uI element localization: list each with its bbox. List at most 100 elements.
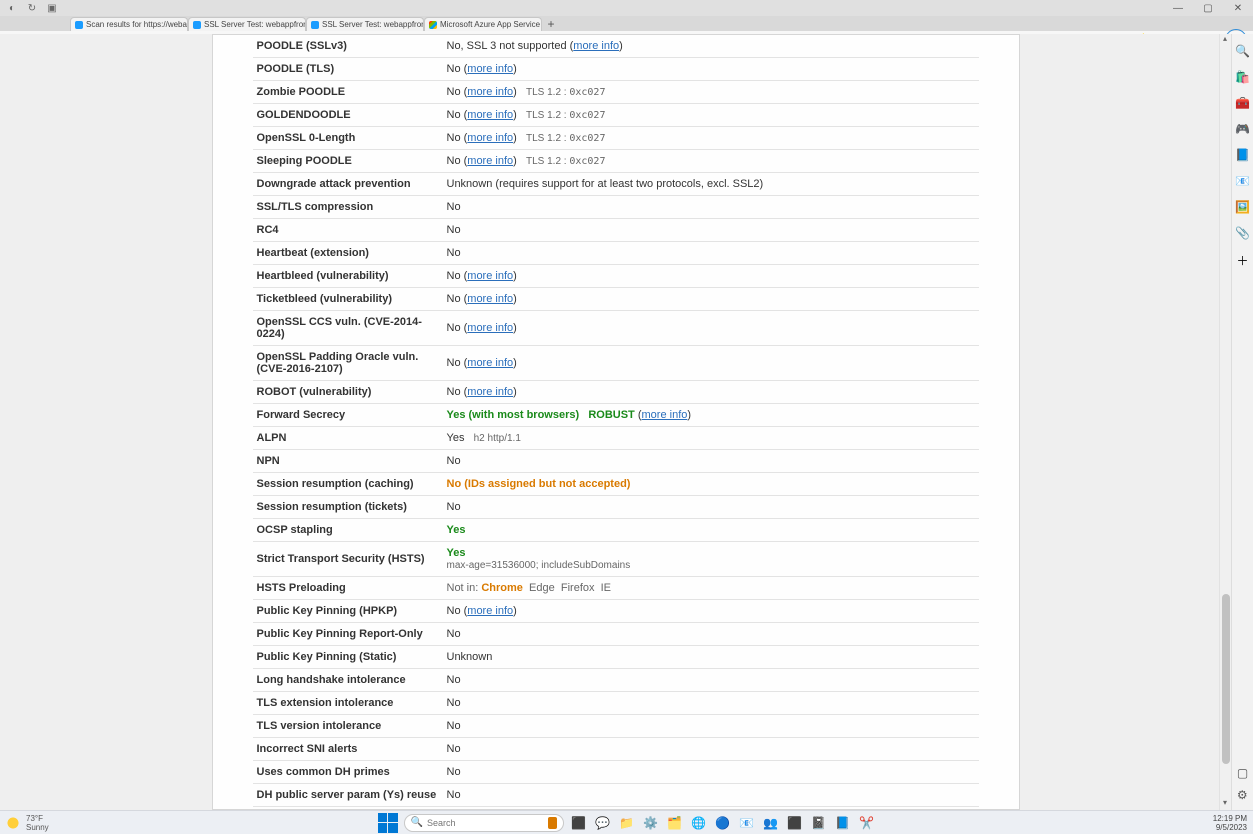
table-row: Strict Transport Security (HSTS)Yesmax-a…: [253, 542, 979, 577]
system-clock[interactable]: 12:19 PM 9/5/2023: [1213, 814, 1253, 832]
more-info-link[interactable]: more info: [467, 155, 513, 167]
table-row: OpenSSL 0-LengthNo (more info) TLS 1.2 :…: [253, 127, 979, 150]
edge-icon[interactable]: 🌐: [690, 814, 708, 832]
snip-icon[interactable]: ✂️: [858, 814, 876, 832]
row-label: Public Key Pinning Report-Only: [253, 623, 443, 646]
sidebar-office-icon[interactable]: 📘: [1235, 148, 1250, 162]
task-view-icon[interactable]: ⬛: [570, 814, 588, 832]
sidebar-hide-icon[interactable]: ▢: [1237, 766, 1248, 780]
search-input[interactable]: [427, 818, 544, 828]
row-label: DH public server param (Ys) reuse: [253, 784, 443, 807]
row-label: Session resumption (caching): [253, 473, 443, 496]
row-label: Sleeping POODLE: [253, 150, 443, 173]
table-row: GOLDENDOODLENo (more info) TLS 1.2 : 0xc…: [253, 104, 979, 127]
tab-strip: Scan results for https://webapp…✕ SSL Se…: [0, 16, 1253, 31]
weather-temp: 73°F: [26, 814, 49, 823]
sidebar-search-icon[interactable]: 🔍: [1235, 44, 1250, 58]
clock-time: 12:19 PM: [1213, 814, 1247, 823]
onenote-icon[interactable]: 📓: [810, 814, 828, 832]
more-info-link[interactable]: more info: [467, 109, 513, 121]
row-label: Heartbleed (vulnerability): [253, 265, 443, 288]
table-row: Session resumption (tickets)No: [253, 496, 979, 519]
table-row: Forward SecrecyYes (with most browsers) …: [253, 404, 979, 427]
row-value: No (more info): [443, 311, 979, 346]
table-row: Public Key Pinning Report-OnlyNo: [253, 623, 979, 646]
teams-icon[interactable]: 👥: [762, 814, 780, 832]
row-label: Public Key Pinning (HPKP): [253, 600, 443, 623]
row-label: SSL/TLS compression: [253, 196, 443, 219]
chat-icon[interactable]: 💬: [594, 814, 612, 832]
more-info-link[interactable]: more info: [467, 293, 513, 305]
table-row: POODLE (TLS)No (more info): [253, 58, 979, 81]
row-value: No: [443, 715, 979, 738]
more-info-link[interactable]: more info: [467, 605, 513, 617]
row-label: POODLE (SSLv3): [253, 35, 443, 58]
scroll-thumb[interactable]: [1222, 594, 1230, 764]
chrome-icon[interactable]: 🔵: [714, 814, 732, 832]
more-info-link[interactable]: more info: [467, 322, 513, 334]
row-label: OCSP stapling: [253, 519, 443, 542]
sidebar-add-icon[interactable]: ＋: [1236, 252, 1248, 269]
scroll-down[interactable]: ▾: [1220, 798, 1230, 810]
more-info-link[interactable]: more info: [467, 386, 513, 398]
sidebar-outlook-icon[interactable]: 📧: [1235, 174, 1250, 188]
terminal-icon[interactable]: ⬛: [786, 814, 804, 832]
row-label: Zombie POODLE: [253, 81, 443, 104]
taskbar-pinned: ⬛ 💬 📁 ⚙️ 🗂️ 🌐 🔵 📧 👥 ⬛ 📓 📘 ✂️: [570, 814, 876, 832]
start-button[interactable]: [378, 813, 398, 833]
close-window-button[interactable]: ✕: [1223, 3, 1253, 14]
collections-icon[interactable]: ▣: [46, 2, 58, 14]
history-icon[interactable]: ↻: [26, 2, 38, 14]
more-info-link[interactable]: more info: [573, 40, 619, 52]
scroll-up[interactable]: ▴: [1220, 34, 1230, 46]
more-info-link[interactable]: more info: [467, 357, 513, 369]
row-label: TLS version intolerance: [253, 715, 443, 738]
weather-cond: Sunny: [26, 823, 49, 832]
table-row: POODLE (SSLv3)No, SSL 3 not supported (m…: [253, 35, 979, 58]
protocol-details-table: POODLE (SSLv3)No, SSL 3 not supported (m…: [253, 35, 979, 810]
table-row: TLS version intoleranceNo: [253, 715, 979, 738]
table-row: OpenSSL CCS vuln. (CVE-2014-0224)No (mor…: [253, 311, 979, 346]
row-value: Yesmax-age=31536000; includeSubDomains: [443, 542, 979, 577]
outlook-app-icon[interactable]: 📧: [738, 814, 756, 832]
row-value: No (more info) TLS 1.2 : 0xc027: [443, 150, 979, 173]
more-info-link[interactable]: more info: [467, 86, 513, 98]
row-value: Unknown (requires support for at least t…: [443, 173, 979, 196]
profile-icon[interactable]: ◐: [6, 2, 18, 14]
row-label: Heartbeat (extension): [253, 242, 443, 265]
search-icon: 🔍: [411, 817, 423, 828]
tab-4-title: Microsoft Azure App Service - V…: [440, 20, 542, 29]
sidebar-settings-icon[interactable]: ⚙: [1237, 788, 1248, 802]
row-value: No: [443, 738, 979, 761]
row-label: ROBOT (vulnerability): [253, 381, 443, 404]
more-info-link[interactable]: more info: [467, 270, 513, 282]
more-info-link[interactable]: more info: [467, 63, 513, 75]
files-icon[interactable]: 🗂️: [666, 814, 684, 832]
sidebar-shopping-icon[interactable]: 🛍️: [1235, 70, 1250, 84]
tab-2[interactable]: SSL Server Test: webappfrontdo…✕: [188, 17, 306, 31]
scrollbar[interactable]: ▴ ▾: [1219, 34, 1231, 810]
tab-3[interactable]: SSL Server Test: webappfrontdo…✕: [306, 17, 424, 31]
file-explorer-icon[interactable]: 📁: [618, 814, 636, 832]
row-label: HSTS Preloading: [253, 577, 443, 600]
settings-app-icon[interactable]: ⚙️: [642, 814, 660, 832]
row-value: No (more info) TLS 1.2 : 0xc027: [443, 81, 979, 104]
word-icon[interactable]: 📘: [834, 814, 852, 832]
sidebar-games-icon[interactable]: 🎮: [1235, 122, 1250, 136]
tab-1[interactable]: Scan results for https://webapp…✕: [70, 17, 188, 31]
sidebar-drop-icon[interactable]: 📎: [1235, 226, 1250, 240]
taskbar-search[interactable]: 🔍: [404, 814, 564, 832]
table-row: Heartbleed (vulnerability)No (more info): [253, 265, 979, 288]
sidebar-tools-icon[interactable]: 🧰: [1235, 96, 1250, 110]
tab-4[interactable]: Microsoft Azure App Service - V…✕: [424, 17, 542, 31]
sidebar-image-icon[interactable]: 🖼️: [1235, 200, 1250, 214]
more-info-link[interactable]: more info: [467, 132, 513, 144]
row-label: Session resumption (tickets): [253, 496, 443, 519]
new-tab-button[interactable]: +: [542, 17, 560, 31]
row-value: No (more info): [443, 58, 979, 81]
row-value: No (more info) TLS 1.2 : 0xc027: [443, 127, 979, 150]
weather-widget[interactable]: 73°F Sunny: [0, 814, 49, 832]
minimize-button[interactable]: —: [1163, 3, 1193, 14]
table-row: Public Key Pinning (HPKP)No (more info): [253, 600, 979, 623]
maximize-button[interactable]: ▢: [1193, 3, 1223, 14]
